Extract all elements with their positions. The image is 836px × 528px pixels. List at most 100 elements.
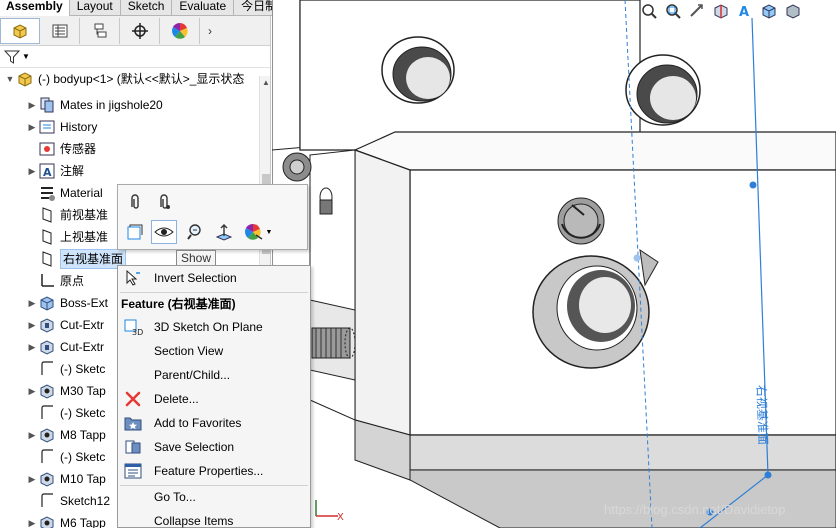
tree-item-label: 传感器 [60, 142, 97, 156]
tab-evaluate[interactable]: Evaluate [172, 0, 235, 16]
menu-item-3d-sketch-on-plane[interactable]: 3D 3D Sketch On Plane [118, 316, 310, 338]
paperclip-icon [131, 194, 139, 209]
delete-icon [123, 390, 143, 408]
sketch-icon [127, 224, 143, 240]
chevron-down-icon: ▼ [265, 228, 273, 236]
expand-arrow-icon[interactable]: ▶ [26, 298, 38, 309]
plane-icon [38, 228, 56, 246]
dynamic-annotation-icon[interactable]: A [736, 2, 754, 20]
tab-assembly[interactable]: Assembly [0, 0, 70, 16]
assembly-part-icon [16, 70, 34, 88]
paperclip-button[interactable] [122, 190, 148, 214]
zoom-to-fit-icon[interactable] [640, 2, 658, 20]
configuration-icon [94, 23, 106, 37]
chevron-right-icon[interactable]: › [208, 24, 212, 38]
upper-hole-left [381, 36, 455, 104]
crosshair-icon [131, 22, 148, 39]
boss-extrude-icon [38, 294, 56, 312]
tree-item-label: M30 Tap [60, 384, 106, 398]
view-orientation-icon[interactable] [760, 2, 778, 20]
collapse-arrow-icon[interactable]: ▼ [4, 74, 16, 84]
svg-text:A: A [43, 166, 52, 179]
tree-root-label: (-) bodyup<1> (默认<<默认>_显示状态 [38, 72, 245, 86]
normal-to-button[interactable] [211, 220, 237, 244]
tree-root[interactable]: ▼ (-) bodyup<1> (默认<<默认>_显示状态 [0, 68, 270, 90]
tab-sketch[interactable]: Sketch [121, 0, 173, 16]
sketch-icon [38, 448, 56, 466]
expand-arrow-icon[interactable]: ▶ [26, 100, 38, 111]
view-triad: X [315, 500, 344, 523]
tree-item-label: M10 Tap [60, 472, 106, 486]
menu-item-parent-child[interactable]: Parent/Child... [118, 364, 310, 386]
menu-item-invert-selection[interactable]: Invert Selection [118, 267, 310, 289]
svg-text:3D: 3D [132, 328, 143, 336]
show-button[interactable] [151, 220, 177, 244]
display-manager-tab[interactable] [160, 17, 200, 44]
expand-arrow-icon[interactable]: ▶ [26, 320, 38, 331]
menu-item-collapse-items[interactable]: Collapse Items [118, 510, 310, 528]
zoom-selection-icon [187, 224, 201, 240]
tree-item-label: M8 Tapp [60, 428, 106, 442]
tree-item-label: History [60, 120, 98, 134]
tree-item-label: (-) Sketc [60, 406, 106, 420]
feature-manager-tab[interactable] [0, 17, 40, 44]
menu-item-add-to-favorites[interactable]: Add to Favorites [118, 412, 310, 434]
svg-text:X: X [337, 512, 344, 523]
filter-icon [4, 50, 20, 64]
graphics-viewport[interactable]: 右视基准面 X A [272, 0, 836, 528]
tree-item[interactable]: ▶ A 注解 [0, 160, 260, 182]
tree-item-label: Cut-Extr [60, 340, 105, 354]
menu-item-save-selection[interactable]: Save Selection [118, 436, 310, 458]
attach-options-button[interactable] [151, 190, 177, 214]
previous-view-icon[interactable] [688, 2, 706, 20]
upper-hole-right [625, 54, 701, 126]
tree-item-label: 上视基准 [60, 230, 109, 244]
configuration-manager-tab[interactable] [80, 17, 120, 44]
expand-arrow-icon[interactable]: ▶ [26, 474, 38, 485]
menu-item-section-view[interactable]: Section View [118, 340, 310, 362]
threaded-rod [311, 327, 356, 359]
sketch-icon [38, 492, 56, 510]
normal-to-icon [215, 224, 233, 241]
scroll-up-icon[interactable]: ▲ [262, 78, 270, 87]
property-manager-tab[interactable] [40, 17, 80, 44]
section-view-icon[interactable] [712, 2, 730, 20]
appearance-icon [244, 223, 262, 240]
tree-item[interactable]: 传感器 [0, 138, 260, 160]
3d-sketch-icon: 3D [123, 318, 143, 336]
eye-icon [154, 227, 174, 237]
tree-item[interactable]: ▶ History [0, 116, 260, 138]
display-style-icon[interactable] [784, 2, 802, 20]
sketch-button[interactable] [122, 220, 148, 244]
menu-item-go-to[interactable]: Go To... [118, 486, 310, 508]
dimxpert-tab[interactable] [120, 17, 160, 44]
tree-item-label: (-) Sketc [60, 362, 106, 376]
menu-item-feature-properties[interactable]: Feature Properties... [118, 460, 310, 482]
expand-arrow-icon[interactable]: ▶ [26, 386, 38, 397]
property-list-icon [52, 24, 67, 37]
appearance-button[interactable]: ▼ [240, 220, 276, 244]
tree-item-label: 注解 [60, 164, 85, 178]
zoom-to-selection-button[interactable] [182, 220, 208, 244]
expand-arrow-icon[interactable]: ▶ [26, 166, 38, 177]
hole-wizard-icon [38, 426, 56, 444]
tree-item-label: (-) Sketc [60, 450, 106, 464]
expand-arrow-icon[interactable]: ▶ [26, 122, 38, 133]
hole-wizard-icon [38, 514, 56, 528]
expand-arrow-icon[interactable]: ▶ [26, 518, 38, 528]
svg-text:A: A [739, 5, 749, 20]
feature-tree-icon [13, 23, 27, 39]
sketch-icon [38, 360, 56, 378]
command-manager-tabs: Assembly Layout Sketch Evaluate 今日制造 [0, 0, 302, 16]
tree-item[interactable]: ▶ Mates in jigshole20 [0, 94, 260, 116]
watermark: https://blog.csdn.net/Davidietop [604, 502, 786, 517]
expand-arrow-icon[interactable]: ▶ [26, 430, 38, 441]
zoom-to-area-icon[interactable] [664, 2, 682, 20]
origin-icon [38, 272, 56, 290]
menu-item-delete[interactable]: Delete... [118, 388, 310, 410]
tree-filter[interactable]: ▼ [0, 46, 270, 68]
tab-layout[interactable]: Layout [70, 0, 121, 16]
history-icon [38, 118, 56, 136]
expand-arrow-icon[interactable]: ▶ [26, 342, 38, 353]
hole-wizard-icon [38, 382, 56, 400]
